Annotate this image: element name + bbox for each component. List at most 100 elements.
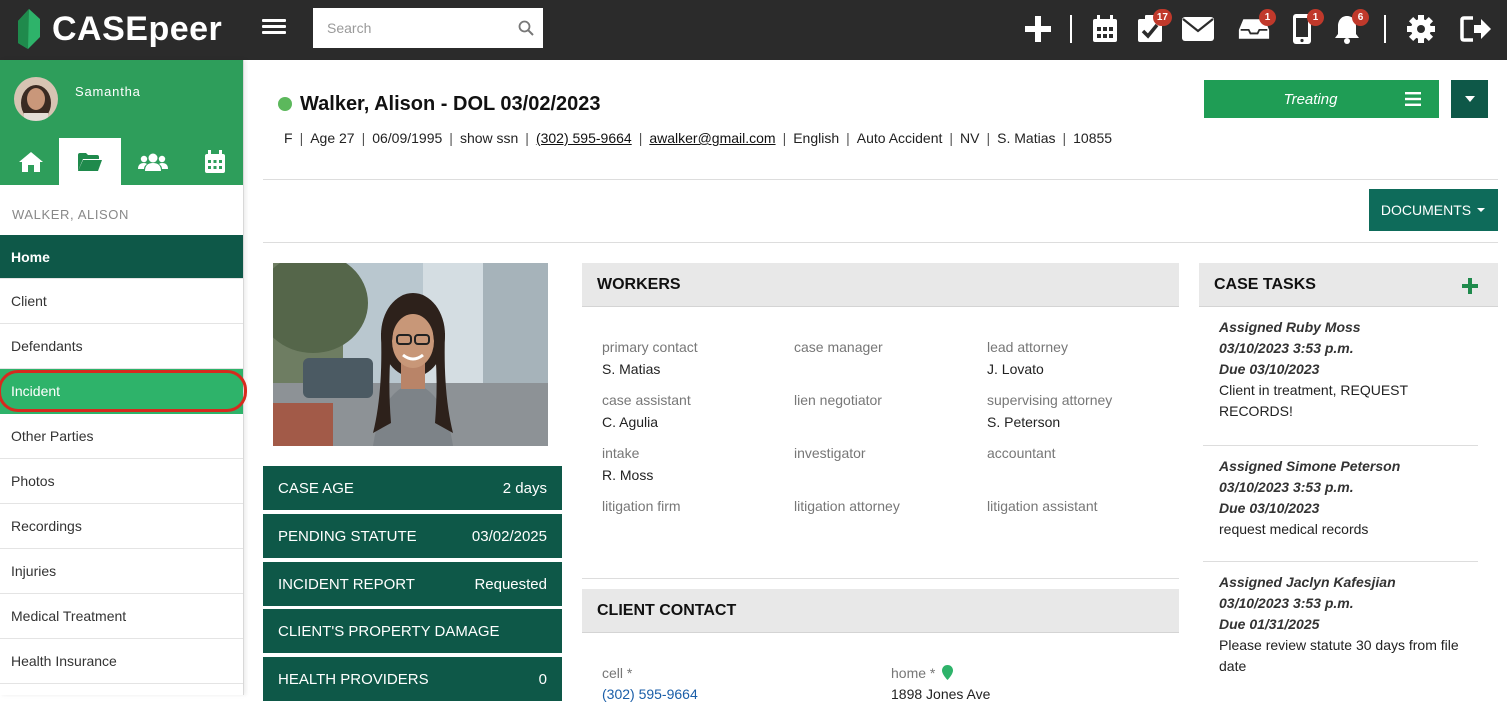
logout-icon[interactable] (1460, 12, 1492, 46)
case-id: 10855 (1073, 130, 1113, 146)
nav-item-other-parties[interactable]: Other Parties (0, 414, 243, 459)
worker-label: lien negotiator (794, 392, 882, 408)
nav-item-defendants[interactable]: Defendants (0, 324, 243, 369)
client-email-link[interactable]: awalker@gmail.com (649, 130, 775, 146)
case-status-button[interactable]: Treating (1204, 80, 1439, 118)
nav-item-health-insurance[interactable]: Health Insurance (0, 639, 243, 684)
calendar-icon (205, 149, 225, 173)
documents-button[interactable]: DOCUMENTS (1369, 189, 1498, 231)
add-plus-icon[interactable] (1022, 12, 1054, 46)
calendar-tab[interactable] (184, 138, 246, 185)
folder-open-icon (78, 152, 102, 171)
calendar-icon[interactable] (1089, 12, 1121, 46)
divider (582, 578, 1179, 579)
tasks-check-icon[interactable]: 17 (1134, 9, 1172, 46)
divider (1203, 561, 1478, 562)
worker-label: case manager (794, 339, 883, 355)
inbox-badge: 1 (1259, 9, 1276, 26)
status-dropdown-button[interactable] (1451, 80, 1488, 118)
caret-down-icon (1477, 208, 1486, 212)
task-due: Due 01/31/2025 (1219, 616, 1320, 632)
client-photo (273, 263, 548, 446)
task-description: Please review statute 30 days from file … (1219, 637, 1459, 674)
task-assigned: Assigned Simone Peterson (1219, 458, 1401, 474)
task-item[interactable]: Assigned Ruby Moss 03/10/2023 3:53 p.m. … (1219, 317, 1484, 422)
task-item[interactable]: Assigned Simone Peterson 03/10/2023 3:53… (1219, 456, 1484, 540)
home-tab[interactable] (0, 138, 62, 185)
worker-label: litigation assistant (987, 498, 1098, 514)
worker-label: investigator (794, 445, 866, 461)
toolbar-divider (1384, 15, 1386, 43)
search-input[interactable] (313, 8, 508, 48)
hamburger-menu-icon[interactable] (262, 16, 286, 40)
worker-value[interactable]: R. Moss (602, 467, 653, 483)
nav-item-medical-treatment[interactable]: Medical Treatment (0, 594, 243, 639)
stat-label: CLIENT'S PROPERTY DAMAGE (278, 622, 500, 640)
nav-item-recordings[interactable]: Recordings (0, 504, 243, 549)
task-assigned: Assigned Jaclyn Kafesjian (1219, 574, 1396, 590)
client-contact-header: CLIENT CONTACT (582, 589, 1179, 633)
nav-item-home[interactable]: Home (0, 235, 243, 279)
mail-icon[interactable] (1182, 12, 1214, 46)
settings-gear-icon[interactable] (1405, 12, 1437, 46)
avatar[interactable] (14, 77, 58, 121)
stat-label: PENDING STATUTE (278, 527, 417, 545)
client-contact-title: CLIENT CONTACT (597, 601, 737, 619)
client-state: NV (960, 130, 980, 146)
notifications-badge: 6 (1352, 9, 1369, 26)
inbox-tray-icon[interactable]: 1 (1238, 9, 1276, 46)
page-title: Walker, Alison - DOL 03/02/2023 (300, 93, 601, 115)
worker-value[interactable]: J. Lovato (987, 361, 1044, 377)
case-folder-tab[interactable] (59, 138, 121, 185)
notifications-bell-icon[interactable]: 6 (1331, 9, 1369, 46)
top-bar: CASEpeer 17 1 1 6 (0, 0, 1507, 60)
worker-label: intake (602, 445, 640, 461)
divider (1203, 445, 1478, 446)
cell-phone-link[interactable]: (302) 595-9664 (602, 686, 698, 702)
client-phone-link[interactable]: (302) 595-9664 (536, 130, 632, 146)
worker-label: primary contact (602, 339, 698, 355)
search-box (313, 8, 543, 48)
stat-case-age[interactable]: CASE AGE 2 days (263, 466, 562, 510)
home-address: 1898 Jones Ave (891, 686, 991, 702)
search-icon[interactable] (508, 8, 543, 48)
worker-value[interactable]: S. Peterson (987, 414, 1060, 430)
stat-value: Requested (474, 575, 547, 593)
documents-label: DOCUMENTS (1380, 202, 1472, 218)
worker-label: case assistant (602, 392, 691, 408)
show-ssn-link[interactable]: show ssn (460, 130, 518, 146)
client-age: Age 27 (310, 130, 355, 146)
divider (263, 179, 1498, 180)
stat-health-providers[interactable]: HEALTH PROVIDERS 0 (263, 657, 562, 701)
stat-incident-report[interactable]: INCIDENT REPORT Requested (263, 562, 562, 606)
case-type: Auto Accident (856, 130, 943, 146)
nav-item-incident[interactable]: Incident (0, 369, 247, 414)
task-created: 03/10/2023 3:53 p.m. (1219, 595, 1354, 611)
nav-item-injuries[interactable]: Injuries (0, 549, 243, 594)
mobile-phone-icon[interactable]: 1 (1286, 9, 1324, 46)
case-name: WALKER, ALISON (12, 207, 130, 222)
worker-value[interactable]: S. Matias (602, 361, 660, 377)
phone-badge: 1 (1307, 9, 1324, 26)
case-nav: Home Client Defendants Incident Other Pa… (0, 235, 247, 684)
add-task-icon[interactable] (1459, 275, 1481, 297)
stat-pending-statute[interactable]: PENDING STATUTE 03/02/2025 (263, 514, 562, 558)
worker-label: supervising attorney (987, 392, 1113, 408)
contacts-tab[interactable] (122, 138, 184, 185)
task-created: 03/10/2023 3:53 p.m. (1219, 340, 1354, 356)
task-item[interactable]: Assigned Jaclyn Kafesjian 03/10/2023 3:5… (1219, 572, 1484, 677)
worker-label: lead attorney (987, 339, 1068, 355)
worker-label: litigation firm (602, 498, 681, 514)
nav-item-photos[interactable]: Photos (0, 459, 243, 504)
client-gender: F (284, 130, 293, 146)
user-block: Samantha (0, 60, 243, 185)
worker-value[interactable]: C. Agulia (602, 414, 658, 430)
map-pin-icon[interactable] (942, 665, 954, 680)
stat-value: 0 (538, 670, 547, 688)
sidebar: Samantha WALKER, ALISON Home Client Defe… (0, 60, 247, 695)
nav-item-client[interactable]: Client (0, 279, 243, 324)
stat-property-damage[interactable]: CLIENT'S PROPERTY DAMAGE (263, 609, 562, 653)
worker-label: litigation attorney (794, 498, 900, 514)
casepeer-logo[interactable]: CASEpeer (14, 6, 222, 52)
task-due: Due 03/10/2023 (1219, 500, 1320, 516)
